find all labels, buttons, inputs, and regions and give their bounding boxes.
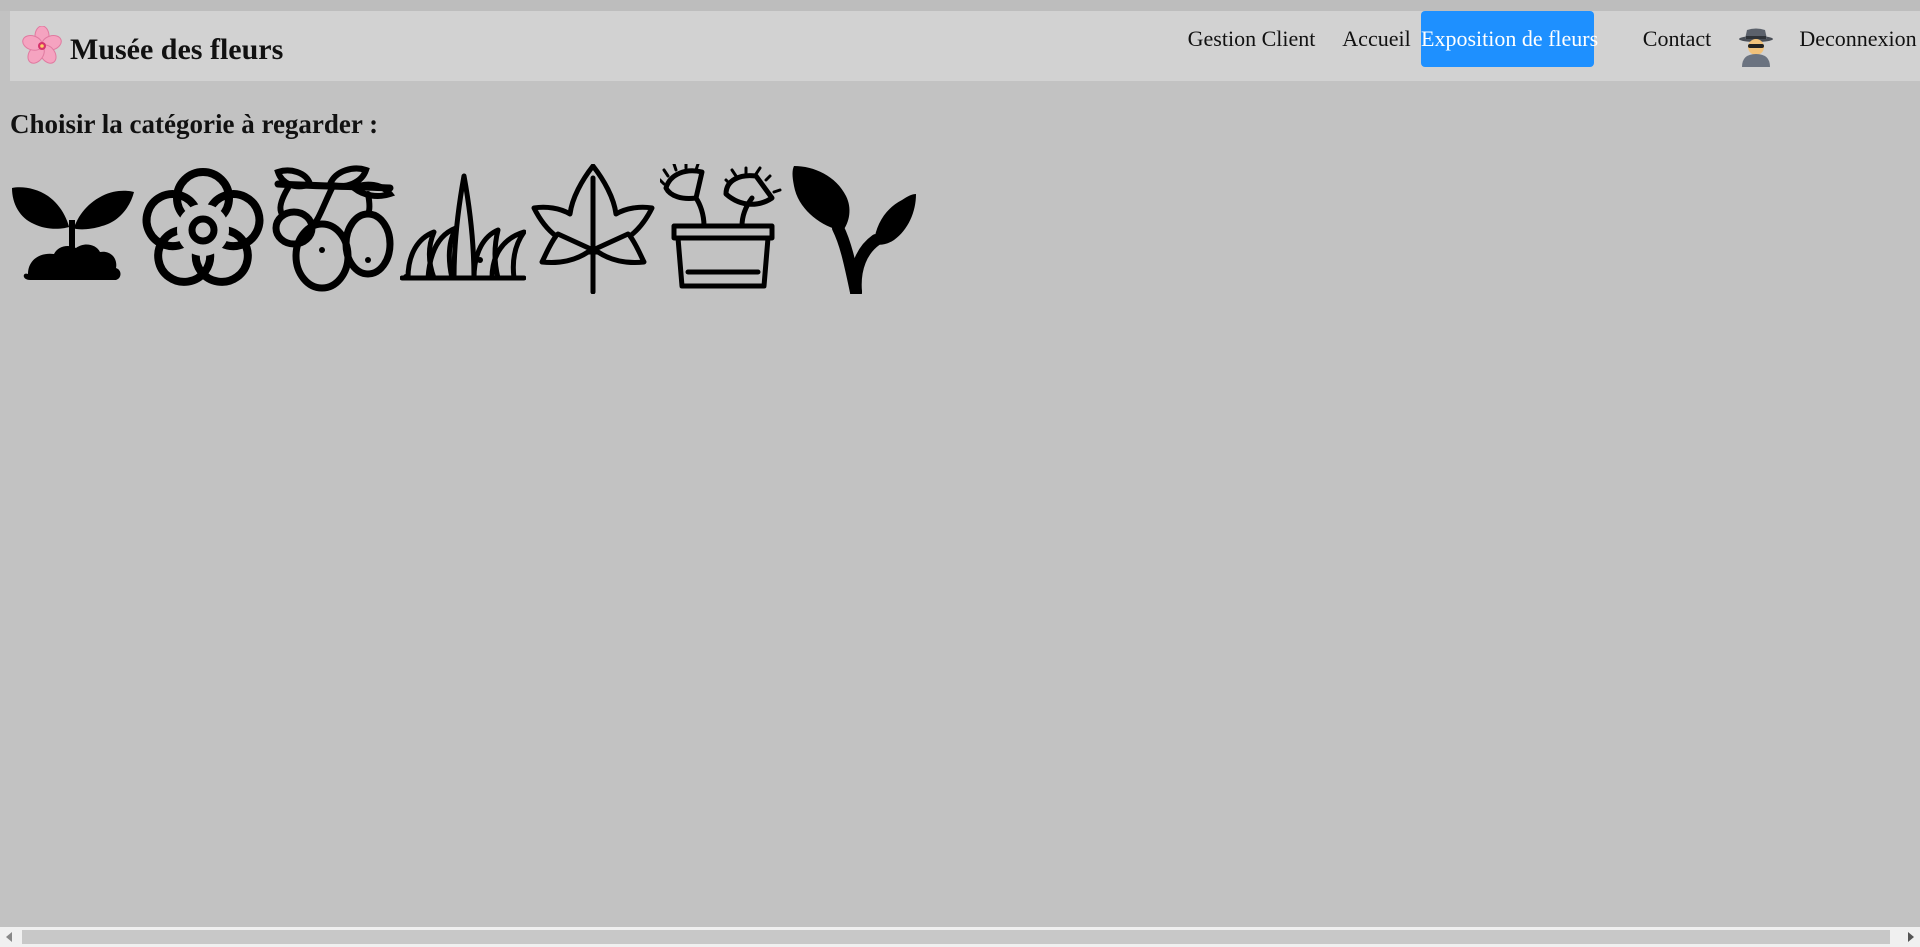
category-olive[interactable]: [270, 164, 396, 294]
category-grass[interactable]: [400, 164, 526, 294]
category-heading: Choisir la catégorie à regarder :: [10, 109, 379, 139]
nav-accueil[interactable]: Accueil: [1339, 11, 1414, 67]
carnivorous-plant-pot-icon: [660, 164, 782, 289]
window-top-strip: [0, 0, 1920, 11]
category-flower[interactable]: [140, 164, 266, 294]
category-ivy[interactable]: [530, 164, 656, 294]
navbar: Musée des fleurs Gestion Client Accueil …: [10, 11, 1920, 81]
horizontal-scrollbar[interactable]: [0, 927, 1920, 947]
scroll-left-arrow-icon[interactable]: [6, 932, 12, 942]
cherry-blossom-icon: [22, 26, 62, 64]
brand[interactable]: Musée des fleurs: [22, 23, 283, 69]
nav-deconnexion[interactable]: Deconnexion: [1796, 11, 1920, 67]
plant-sprout-icon: [792, 166, 916, 294]
category-plant[interactable]: [790, 164, 916, 294]
ivy-leaf-icon: [531, 164, 655, 294]
category-carnivorous[interactable]: [660, 164, 786, 294]
spy-detective-icon: [1739, 28, 1773, 67]
user-avatar[interactable]: [1736, 11, 1776, 67]
nav-gestion-client[interactable]: Gestion Client: [1183, 11, 1320, 67]
grass-icon: [400, 173, 526, 281]
site-title: Musée des fleurs: [70, 33, 284, 66]
scroll-right-arrow-icon[interactable]: [1908, 932, 1914, 942]
nav-exposition-de-fleurs[interactable]: Exposition de fleurs: [1421, 11, 1598, 67]
scrollbar-thumb[interactable]: [22, 930, 1890, 944]
sprout-soil-icon: [12, 187, 134, 280]
category-sprout[interactable]: [10, 164, 136, 294]
nav-contact[interactable]: Contact: [1637, 11, 1717, 67]
flower-icon: [142, 168, 264, 286]
olive-branch-icon: [272, 165, 396, 292]
